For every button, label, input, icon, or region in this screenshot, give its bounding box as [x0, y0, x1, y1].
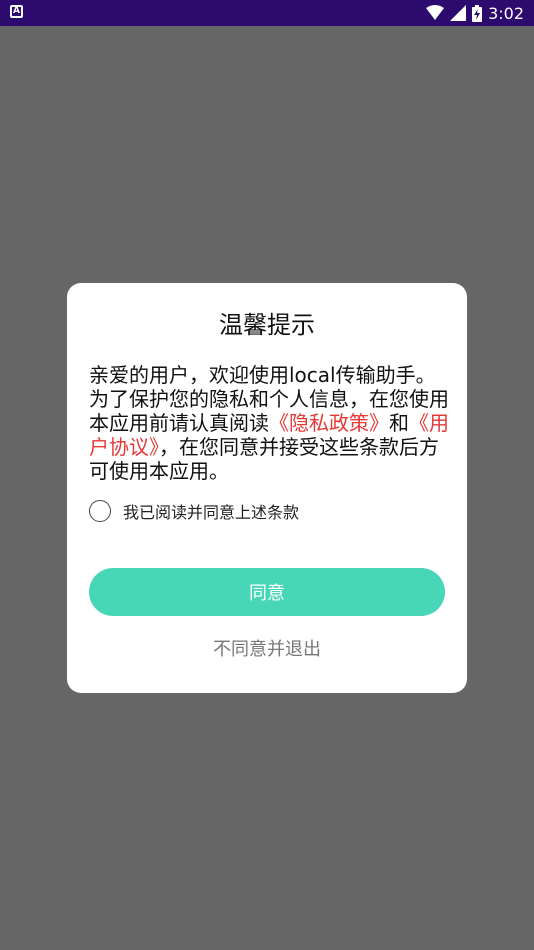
battery-charging-icon: [472, 4, 483, 22]
message-and: 和: [389, 411, 409, 435]
agree-checkbox[interactable]: [89, 500, 111, 522]
status-icons: 3:02: [426, 0, 524, 26]
agree-checkbox-row[interactable]: 我已阅读并同意上述条款: [89, 499, 299, 523]
wifi-icon: [426, 5, 445, 20]
agree-checkbox-label[interactable]: 我已阅读并同意上述条款: [123, 499, 299, 523]
clock: 3:02: [488, 3, 524, 23]
disagree-exit-button[interactable]: 不同意并退出: [67, 635, 467, 661]
agree-button[interactable]: 同意: [89, 568, 445, 616]
dialog-title: 温馨提示: [219, 311, 315, 339]
status-bar: A 3:02: [0, 0, 534, 26]
privacy-dialog: 温馨提示 亲爱的用户，欢迎使用local传输助手。为了保护您的隐私和个人信息，在…: [67, 283, 467, 693]
privacy-policy-link[interactable]: 《隐私政策》: [269, 411, 389, 435]
dialog-message: 亲爱的用户，欢迎使用local传输助手。为了保护您的隐私和个人信息，在您使用本应…: [89, 363, 449, 483]
notification-icon: A: [10, 5, 23, 18]
signal-icon: [450, 5, 467, 21]
